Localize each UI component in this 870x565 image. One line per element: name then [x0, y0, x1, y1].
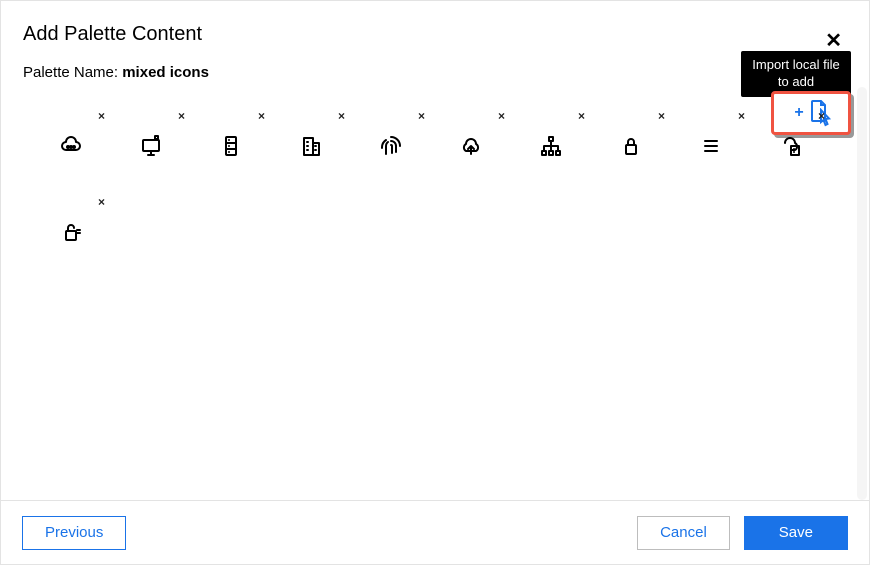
monitor-icon — [137, 132, 165, 165]
remove-icon[interactable]: × — [658, 109, 665, 123]
list-icon — [697, 132, 725, 165]
remove-icon[interactable]: × — [738, 109, 745, 123]
palette-name-value: mixed icons — [122, 64, 209, 81]
remove-icon[interactable]: × — [578, 109, 585, 123]
fingerprint-icon — [377, 132, 405, 165]
icon-grid: × × × × × × × × × × × — [1, 87, 869, 277]
cloud-upload-icon — [457, 132, 485, 165]
remove-icon[interactable]: × — [178, 109, 185, 123]
remove-icon[interactable]: × — [98, 195, 105, 209]
scrollbar[interactable] — [857, 87, 867, 500]
remove-icon[interactable]: × — [338, 109, 345, 123]
palette-icon-list-icon[interactable]: × — [671, 105, 751, 191]
page-title: Add Palette Content — [23, 23, 847, 46]
server-rack-icon — [217, 132, 245, 165]
save-button[interactable]: Save — [744, 516, 848, 550]
building-icon — [297, 132, 325, 165]
remove-icon[interactable]: × — [818, 109, 825, 123]
dialog-header: Add Palette Content Palette Name: mixed … — [1, 1, 869, 87]
remove-icon[interactable]: × — [498, 109, 505, 123]
close-icon[interactable]: ✕ — [825, 31, 842, 51]
cancel-button[interactable]: Cancel — [637, 516, 730, 550]
palette-icon-cloud-building-icon[interactable]: × — [751, 105, 831, 191]
remove-icon[interactable]: × — [98, 109, 105, 123]
palette-icon-unlock-icon[interactable]: × — [31, 191, 111, 277]
palette-icon-building-icon[interactable]: × — [271, 105, 351, 191]
cloud-nodes-icon — [57, 132, 85, 165]
dialog-footer: Previous Cancel Save — [1, 500, 869, 564]
hierarchy-icon — [537, 132, 565, 165]
palette-icon-hierarchy-icon[interactable]: × — [511, 105, 591, 191]
palette-icon-cloud-nodes-icon[interactable]: × — [31, 105, 111, 191]
palette-icon-fingerprint-icon[interactable]: × — [351, 105, 431, 191]
remove-icon[interactable]: × — [258, 109, 265, 123]
remove-icon[interactable]: × — [418, 109, 425, 123]
previous-button[interactable]: Previous — [22, 516, 126, 550]
palette-icon-monitor-icon[interactable]: × — [111, 105, 191, 191]
palette-name-label: Palette Name: — [23, 64, 118, 81]
icon-scroll-area: × × × × × × × × × × × — [1, 87, 869, 500]
add-palette-dialog: ✕ Add Palette Content Palette Name: mixe… — [0, 0, 870, 565]
unlock-icon — [57, 218, 85, 251]
cloud-building-icon — [777, 132, 805, 165]
lock-icon — [617, 132, 645, 165]
palette-icon-cloud-upload-icon[interactable]: × — [431, 105, 511, 191]
palette-icon-server-rack-icon[interactable]: × — [191, 105, 271, 191]
palette-icon-lock-icon[interactable]: × — [591, 105, 671, 191]
palette-name-row: Palette Name: mixed icons — [23, 64, 847, 81]
